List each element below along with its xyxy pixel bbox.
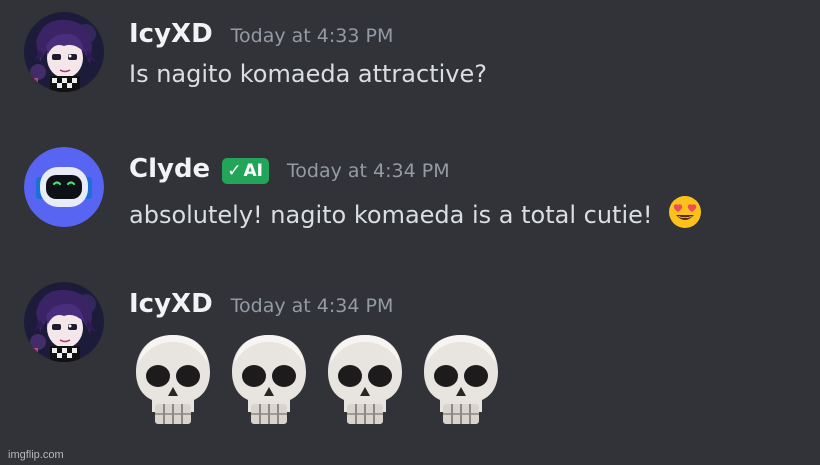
clyde-bot-avatar-icon — [24, 147, 104, 227]
heart-eyes-emoji-icon — [669, 196, 702, 228]
message-timestamp: Today at 4:34 PM — [286, 160, 450, 182]
bot-avatar[interactable] — [24, 147, 104, 227]
message-timestamp: Today at 4:34 PM — [230, 295, 394, 317]
skull-emoji-icon — [229, 332, 309, 427]
message-timestamp: Today at 4:33 PM — [230, 25, 394, 47]
emoji-row — [133, 332, 501, 427]
message-text: absolutely! nagito komaeda is a total cu… — [129, 201, 653, 229]
checkmark-icon: ✓ — [227, 161, 242, 181]
skull-emoji-icon — [421, 332, 501, 427]
anime-character-avatar-icon — [24, 282, 104, 362]
message-item[interactable]: IcyXD Today at 4:33 PM Is nagito komaeda… — [0, 0, 820, 120]
username[interactable]: Clyde — [129, 154, 210, 184]
username[interactable]: IcyXD — [129, 19, 213, 49]
message-item[interactable]: Clyde ✓ AI Today at 4:34 PM absolutely! … — [0, 135, 820, 255]
ai-badge: ✓ AI — [222, 158, 269, 184]
anime-character-avatar-icon — [24, 12, 104, 92]
chat-message-list: IcyXD Today at 4:33 PM Is nagito komaeda… — [0, 0, 820, 465]
message-header: IcyXD Today at 4:33 PM — [129, 14, 393, 54]
message-content: absolutely! nagito komaeda is a total cu… — [129, 195, 702, 229]
user-avatar[interactable] — [24, 12, 104, 92]
message-text: Is nagito komaeda attractive? — [129, 60, 487, 88]
message-item[interactable]: IcyXD Today at 4:34 PM — [0, 270, 820, 465]
message-header: IcyXD Today at 4:34 PM — [129, 284, 393, 324]
username[interactable]: IcyXD — [129, 289, 213, 319]
ai-badge-label: AI — [243, 161, 263, 181]
skull-emoji-icon — [325, 332, 405, 427]
user-avatar[interactable] — [24, 282, 104, 362]
message-header: Clyde ✓ AI Today at 4:34 PM — [129, 149, 450, 189]
watermark: imgflip.com — [8, 449, 64, 461]
skull-emoji-icon — [133, 332, 213, 427]
